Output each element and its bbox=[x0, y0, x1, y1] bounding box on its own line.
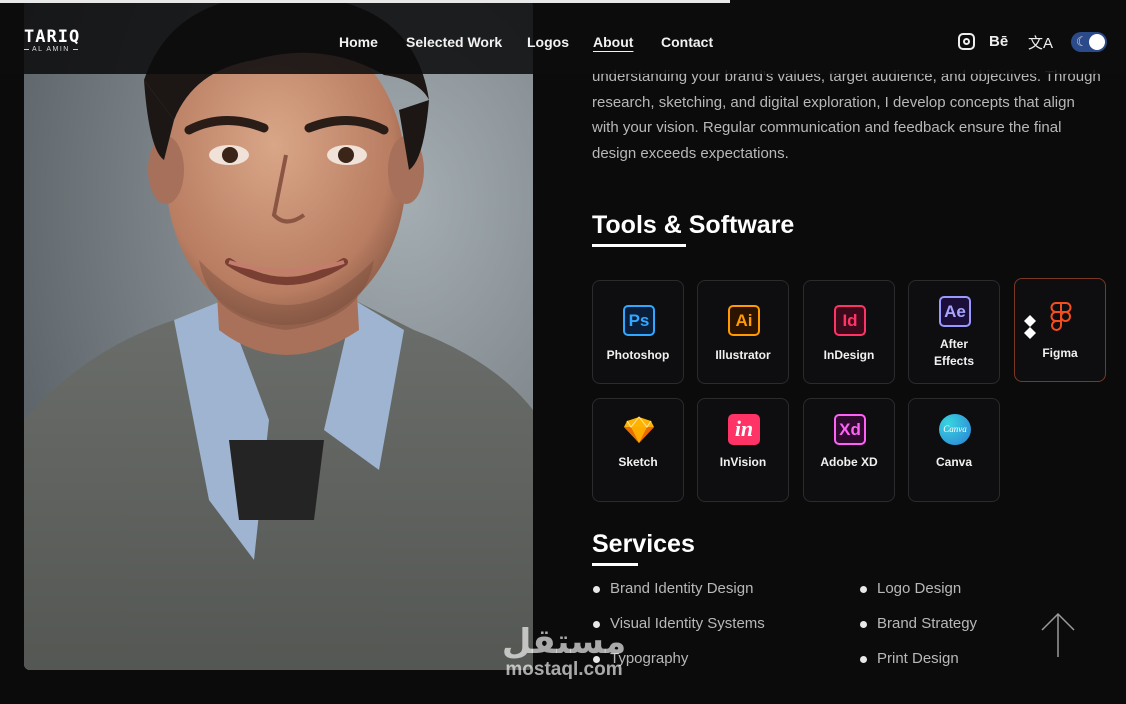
profile-portrait bbox=[24, 0, 533, 670]
top-navbar: TARIQ AL AMIN Home Selected Work Logos A… bbox=[0, 0, 1126, 74]
tool-label: Illustrator bbox=[715, 348, 771, 362]
mostaql-watermark: مستقل mostaql.com bbox=[494, 622, 634, 680]
tool-card-sketch[interactable]: Sketch bbox=[592, 398, 684, 502]
tool-card-canva[interactable]: Canva Canva bbox=[908, 398, 1000, 502]
invision-icon: in bbox=[728, 414, 760, 445]
adobe-xd-icon: Xd bbox=[834, 414, 866, 445]
theme-toggle[interactable]: ☾ bbox=[1071, 32, 1107, 52]
tool-label: Photoshop bbox=[606, 348, 670, 362]
services-title-underline bbox=[592, 563, 638, 566]
brand-subname: AL AMIN bbox=[32, 46, 70, 53]
instagram-icon[interactable] bbox=[958, 33, 975, 50]
tool-label: InVision bbox=[719, 455, 767, 469]
tool-card-indesign[interactable]: Id InDesign bbox=[803, 280, 895, 384]
tools-title-underline bbox=[592, 244, 686, 247]
watermark-arabic: مستقل bbox=[501, 622, 627, 662]
tool-card-adobe-xd[interactable]: Xd Adobe XD bbox=[803, 398, 895, 502]
tool-label: InDesign bbox=[823, 348, 875, 362]
tool-label: Adobe XD bbox=[820, 455, 878, 469]
back-to-top-arrow-icon[interactable] bbox=[1040, 612, 1076, 658]
tool-card-figma[interactable]: Figma bbox=[1014, 278, 1106, 382]
nav-about[interactable]: About bbox=[593, 34, 633, 50]
brand-name: TARIQ bbox=[24, 27, 81, 47]
brand-subname-row: AL AMIN bbox=[24, 46, 90, 53]
sketch-icon bbox=[624, 416, 654, 443]
tool-label: Canva bbox=[935, 455, 973, 469]
tool-card-illustrator[interactable]: Ai Illustrator bbox=[697, 280, 789, 384]
cursor-diamond-icon bbox=[1024, 315, 1036, 339]
logo-dash-left bbox=[24, 49, 29, 50]
scroll-progress-bar bbox=[0, 0, 730, 3]
tool-card-invision[interactable]: in InVision bbox=[697, 398, 789, 502]
figma-icon bbox=[1050, 302, 1072, 331]
behance-icon[interactable]: Bē bbox=[989, 33, 1008, 50]
after-effects-icon: Ae bbox=[939, 296, 971, 327]
indesign-icon: Id bbox=[834, 305, 866, 336]
services-section-title: Services bbox=[592, 530, 695, 566]
service-item: Print Design bbox=[860, 650, 959, 667]
translate-icon[interactable]: 文A bbox=[1028, 32, 1053, 53]
service-item: Logo Design bbox=[859, 580, 962, 597]
about-paragraph: understanding your brand's values, targe… bbox=[592, 68, 1101, 162]
tool-label: After Effects bbox=[933, 337, 974, 368]
nav-logos[interactable]: Logos bbox=[527, 34, 569, 50]
tool-label: Figma bbox=[1042, 346, 1078, 360]
service-item: Brand Identity Design bbox=[592, 580, 754, 597]
tool-card-after-effects[interactable]: Ae After Effects bbox=[908, 280, 1000, 384]
toggle-knob bbox=[1089, 34, 1105, 50]
moon-icon: ☾ bbox=[1076, 34, 1088, 49]
nav-home[interactable]: Home bbox=[339, 34, 378, 50]
tools-title-text: Tools & Software bbox=[592, 211, 795, 239]
tools-section-title: Tools & Software bbox=[592, 211, 795, 247]
tool-label: Sketch bbox=[618, 455, 658, 469]
service-item: Brand Strategy bbox=[859, 615, 978, 632]
nav-contact[interactable]: Contact bbox=[661, 34, 713, 50]
watermark-latin: mostaql.com bbox=[505, 659, 623, 680]
nav-selected-work[interactable]: Selected Work bbox=[406, 34, 502, 50]
photoshop-icon: Ps bbox=[623, 305, 655, 336]
illustrator-icon: Ai bbox=[728, 305, 760, 336]
brand-logo[interactable]: TARIQ AL AMIN bbox=[24, 29, 90, 53]
logo-dash-right bbox=[72, 49, 78, 50]
services-title-text: Services bbox=[592, 530, 695, 558]
tool-card-photoshop[interactable]: Ps Photoshop bbox=[592, 280, 684, 384]
canva-icon: Canva bbox=[939, 414, 971, 445]
